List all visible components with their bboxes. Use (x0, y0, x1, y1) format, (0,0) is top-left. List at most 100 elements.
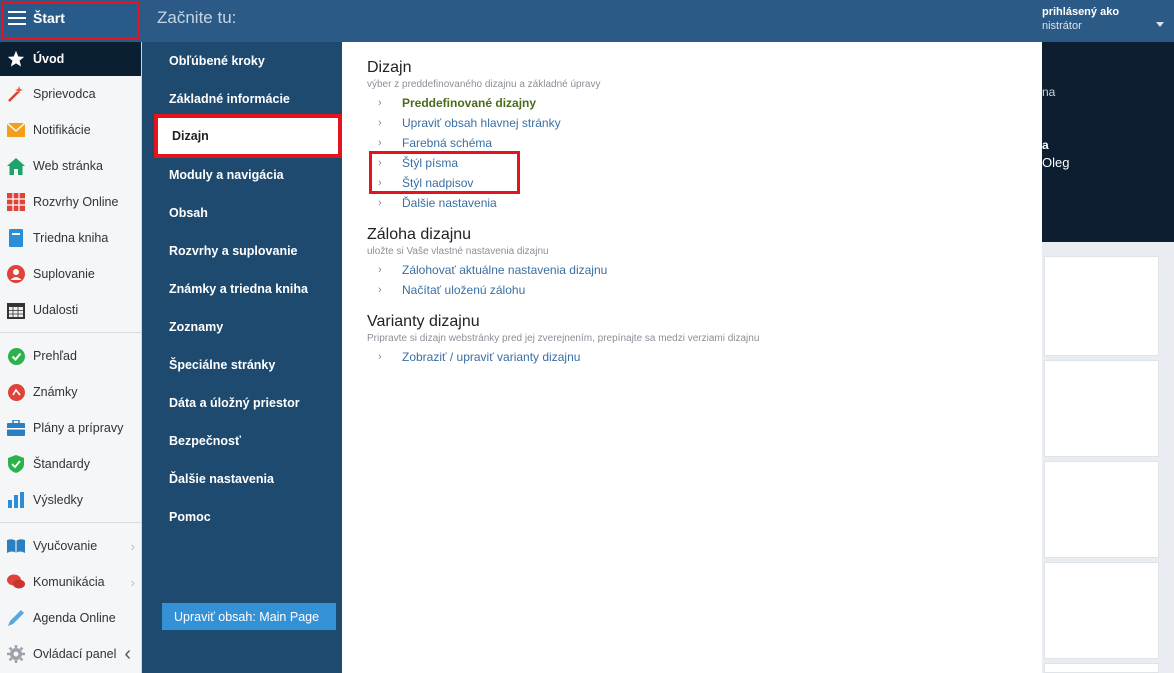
category-dizajn[interactable]: Dizajn (154, 114, 342, 158)
caret-down-icon (1156, 22, 1164, 27)
chevron-right-icon: › (378, 284, 382, 296)
link-farebna-schema[interactable]: › Farebná schéma (378, 136, 492, 150)
book-icon (7, 229, 25, 247)
sidebar-item-znamky[interactable]: Známky (0, 374, 141, 410)
grade-icon (7, 383, 25, 401)
category-dalsie-nastavenia[interactable]: Ďalšie nastavenia (155, 460, 341, 498)
gear-icon (7, 645, 25, 663)
sidebar-item-suplovanie[interactable]: Suplovanie (0, 256, 141, 292)
open-book-icon (7, 537, 25, 555)
link-label: Preddefinované dizajny (402, 96, 537, 110)
sidebar-item-sprievodca[interactable]: Sprievodca (0, 76, 141, 112)
category-rozvrhy-a-suplovanie[interactable]: Rozvrhy a suplovanie (155, 232, 341, 270)
sidebar-item-komunikacia[interactable]: Komunikácia › (0, 564, 141, 600)
sidebar-item-label: Známky (33, 385, 78, 399)
sidebar-item-notifikacie[interactable]: Notifikácie (0, 112, 141, 148)
edit-main-page-button[interactable]: Upraviť obsah: Main Page (162, 603, 336, 630)
account-name: nistrátor (1042, 20, 1082, 32)
sidebar-item-ovladaci-panel[interactable]: Ovládací panel ‹ (0, 636, 141, 672)
sidebar-item-vyucovanie[interactable]: Vyučovanie › (0, 528, 141, 564)
sidebar-item-label: Štandardy (33, 457, 90, 471)
link-label: Ďalšie nastavenia (402, 196, 497, 210)
chevron-right-icon: › (378, 117, 382, 129)
sidebar-item-udalosti[interactable]: Udalosti (0, 292, 141, 328)
highlight-box-start (1, 1, 140, 40)
sidebar-item-uvod[interactable]: Úvod (0, 42, 141, 76)
sidebar-item-web-stranka[interactable]: Web stránka (0, 148, 141, 184)
sidebar-item-label: Plány a prípravy (33, 421, 124, 435)
background-card (1044, 562, 1159, 659)
category-zakladne-informacie[interactable]: Základné informácie (155, 80, 341, 118)
section-title-zaloha-dizajnu: Záloha dizajnu (367, 226, 472, 243)
envelope-icon (7, 121, 25, 139)
sidebar-item-plany-a-pripravy[interactable]: Plány a prípravy (0, 410, 141, 446)
category-data-a-ulozny-priestor[interactable]: Dáta a úložný priestor (155, 384, 341, 422)
grid-icon (7, 193, 25, 211)
link-upravit-obsah-hlavnej-stranky[interactable]: › Upraviť obsah hlavnej stránky (378, 116, 561, 130)
link-dalsie-nastavenia[interactable]: › Ďalšie nastavenia (378, 196, 497, 210)
sidebar-item-label: Notifikácie (33, 123, 91, 137)
background-card (1044, 663, 1159, 673)
category-moduly-a-navigacia[interactable]: Moduly a navigácia (155, 156, 341, 194)
calendar-icon (7, 301, 25, 319)
category-oblubene-kroky[interactable]: Obľúbené kroky (155, 42, 341, 80)
sidebar-item-label: Udalosti (33, 303, 79, 317)
link-preddefinovane-dizajny[interactable]: › Preddefinované dizajny (378, 96, 536, 110)
highlight-box-font-styles (369, 151, 520, 194)
background-text: na (1042, 85, 1056, 99)
category-list: Obľúbené kroky Základné informácie Dizaj… (142, 42, 342, 673)
category-znamky-a-triedna-kniha[interactable]: Známky a triedna kniha (155, 270, 341, 308)
background-card (1044, 256, 1159, 356)
sidebar-item-label: Komunikácia (33, 575, 105, 589)
chevron-right-icon: › (378, 264, 382, 276)
sidebar-item-label: Úvod (33, 52, 65, 66)
link-zalohovat-nastavenia[interactable]: › Zálohovať aktuálne nastavenia dizajnu (378, 263, 607, 277)
sidebar-item-label: Suplovanie (33, 267, 95, 281)
account-status: prihlásený ako (1042, 6, 1120, 18)
start-button[interactable]: Štart (0, 0, 142, 42)
link-nacitat-zalohu[interactable]: › Načítať uloženú zálohu (378, 283, 525, 297)
background-card (1044, 360, 1159, 457)
shield-check-icon (7, 455, 25, 473)
bar-chart-icon (7, 491, 25, 509)
sidebar-item-agenda-online[interactable]: Agenda Online (0, 600, 141, 636)
account-menu[interactable]: prihlásený ako nistrátor (1042, 0, 1174, 42)
link-zobrazit-varianty[interactable]: › Zobraziť / upraviť varianty dizajnu (378, 350, 580, 364)
category-obsah[interactable]: Obsah (155, 194, 341, 232)
start-menu-header: Začnite tu: (142, 0, 1042, 42)
section-subtitle: uložte si Vaše vlastné nastavenia dizajn… (367, 246, 549, 257)
sidebar-item-rozvrhy-online[interactable]: Rozvrhy Online (0, 184, 141, 220)
category-pomoc[interactable]: Pomoc (155, 498, 341, 536)
sidebar-divider (0, 522, 141, 523)
left-sidebar: Štart Úvod Sprievodca Notifikácie Web st… (0, 0, 142, 673)
sidebar-item-prehlad[interactable]: Prehľad (0, 338, 141, 374)
sidebar-item-vysledky[interactable]: Výsledky (0, 482, 141, 518)
start-menu-title: Začnite tu: (157, 8, 237, 27)
collapse-sidebar-icon[interactable]: ‹ (124, 643, 131, 666)
chevron-right-icon: › (378, 97, 382, 109)
person-icon (7, 265, 25, 283)
sidebar-item-triedna-kniha[interactable]: Triedna kniha (0, 220, 141, 256)
sidebar-item-label: Triedna kniha (33, 231, 109, 245)
home-icon (7, 157, 25, 175)
link-label: Načítať uloženú zálohu (402, 283, 526, 297)
category-bezpecnost[interactable]: Bezpečnosť (155, 422, 341, 460)
link-label: Zobraziť / upraviť varianty dizajnu (402, 350, 581, 364)
chevron-right-icon: › (130, 574, 135, 590)
link-label: Zálohovať aktuálne nastavenia dizajnu (402, 263, 608, 277)
section-title-dizajn: Dizajn (367, 59, 412, 76)
sidebar-item-label: Ovládací panel (33, 647, 117, 661)
sidebar-item-standardy[interactable]: Štandardy (0, 446, 141, 482)
background-dark-panel: na a Oleg (1042, 42, 1174, 242)
star-icon (7, 50, 25, 68)
sidebar-item-label: Výsledky (33, 493, 84, 507)
category-zoznamy[interactable]: Zoznamy (155, 308, 341, 346)
wand-icon (7, 85, 25, 103)
section-subtitle: Pripravte si dizajn webstránky pred jej … (367, 333, 760, 344)
category-specialne-stranky[interactable]: Špeciálne stránky (155, 346, 341, 384)
sidebar-item-label: Prehľad (33, 349, 77, 363)
content-panel: Dizajn výber z preddefinovaného dizajnu … (342, 42, 1042, 673)
sidebar-item-label: Rozvrhy Online (33, 195, 119, 209)
background-card (1044, 461, 1159, 558)
sidebar-item-label: Vyučovanie (33, 539, 98, 553)
